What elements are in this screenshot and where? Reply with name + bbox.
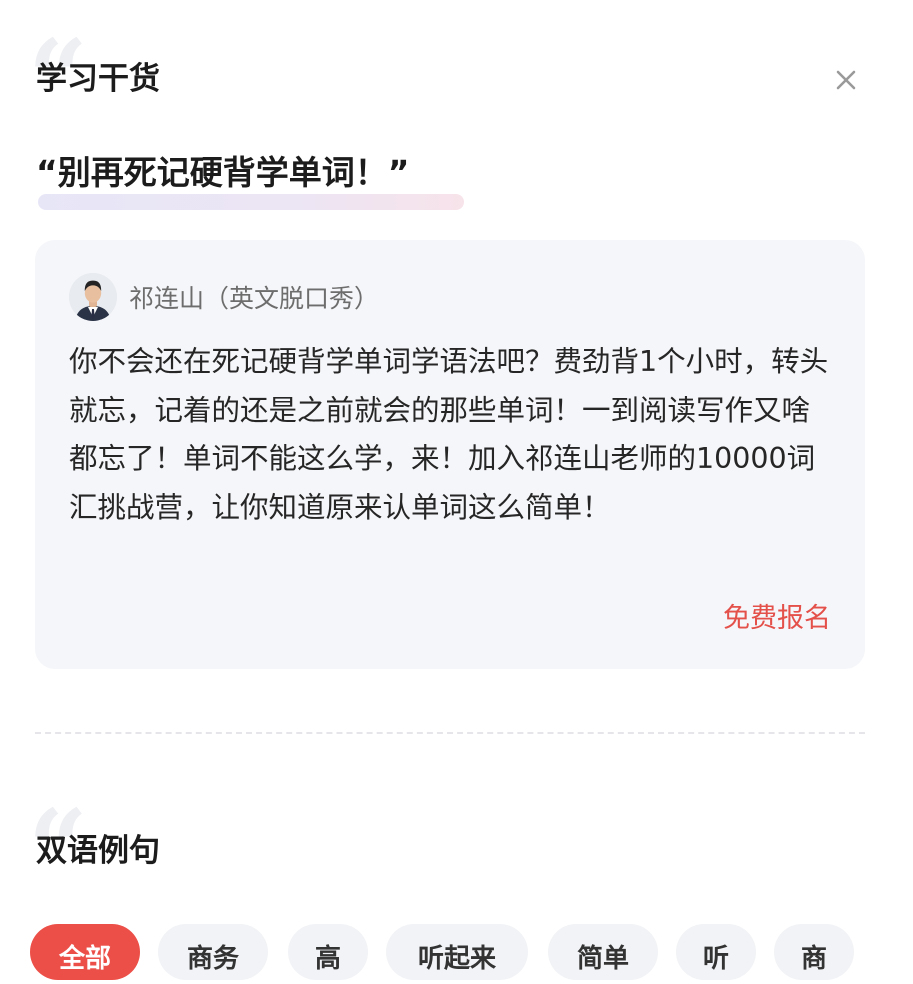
tab-commerce[interactable]: 商 xyxy=(774,924,854,980)
tab-all[interactable]: 全部 xyxy=(30,924,140,980)
close-icon xyxy=(836,70,856,90)
headline-highlight xyxy=(38,194,464,210)
tab-simple[interactable]: 简单 xyxy=(548,924,658,980)
tab-business[interactable]: 商务 xyxy=(158,924,268,980)
section-title-bilingual: 双语例句 xyxy=(36,833,160,869)
avatar-portrait xyxy=(69,273,117,321)
author-name: 祁连山（英文脱口秀） xyxy=(129,284,380,313)
close-button[interactable] xyxy=(828,62,864,98)
filter-tabs: 全部 商务 高 听起来 简单 听 商 xyxy=(30,924,900,984)
card-body-text: 你不会还在死记硬背学单词学语法吧？费劲背1个小时，转头就忘，记着的还是之前就会的… xyxy=(69,345,829,524)
headline: “别再死记硬背学单词！” xyxy=(36,153,410,192)
free-signup-link[interactable]: 免费报名 xyxy=(723,596,831,635)
promo-card: 祁连山（英文脱口秀） 你不会还在死记硬背学单词学语法吧？费劲背1个小时，转头就忘… xyxy=(35,240,865,669)
tab-listen[interactable]: 听 xyxy=(676,924,756,980)
author-row[interactable]: 祁连山（英文脱口秀） xyxy=(69,273,379,321)
headline-block: “别再死记硬背学单词！” xyxy=(36,153,464,210)
avatar[interactable] xyxy=(69,273,117,321)
tab-high[interactable]: 高 xyxy=(288,924,368,980)
section-divider xyxy=(35,732,865,734)
section-title-study: 学习干货 xyxy=(36,61,160,97)
tab-sounds[interactable]: 听起来 xyxy=(386,924,528,980)
